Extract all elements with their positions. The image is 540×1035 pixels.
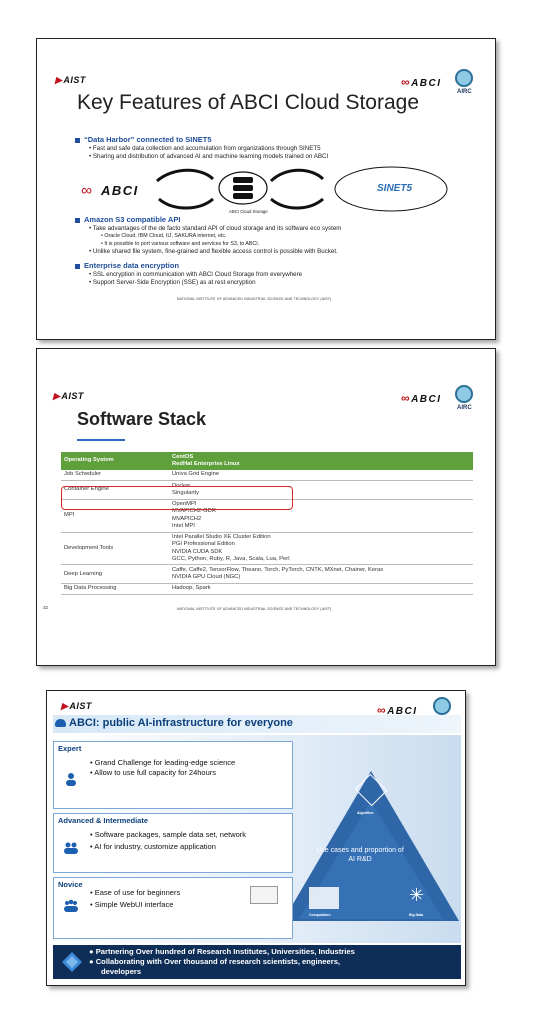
table-header-row: Operating System CentOS RedHat Enterprise…	[61, 452, 473, 470]
table-cell: Univa Grid Engine	[169, 469, 473, 482]
band-expert: Expert • Grand Challenge for leading-edg…	[53, 741, 293, 809]
bullet-text: • Unlike shared file system, fine-graine…	[89, 248, 338, 255]
server-icon	[233, 177, 253, 183]
band-item: • AI for industry, customize application	[90, 842, 216, 851]
airc-logo-text: AIRC	[457, 405, 472, 411]
bullet-text: • Fast and safe data collection and accu…	[89, 145, 321, 152]
cloud-icon	[55, 719, 66, 727]
title-underline	[77, 439, 125, 441]
table-cell: Big Data Processing	[61, 583, 169, 596]
sync-arrow-icon	[269, 168, 325, 183]
slide-public-ai-infrastructure: ▶AIST ∞ABCI ABCI: public AI-infrastructu…	[46, 690, 466, 986]
band-item: • Ease of use for beginners	[90, 888, 181, 897]
band-item: • Grand Challenge for leading-edge scien…	[90, 758, 236, 767]
bottom-bullet-continued: developers	[101, 967, 142, 976]
sync-arrow-icon	[158, 197, 214, 210]
abci-diagram-logo: ∞	[81, 182, 92, 199]
sub-bullet-text: • It is possible to port various softwar…	[101, 241, 260, 247]
bottom-bullet: ● Partnering Over hundred of Research In…	[89, 947, 355, 956]
table-cell: Caffe, Caffe2, TensorFlow, Theano, Torch…	[169, 564, 473, 584]
section-heading: “Data Harbor” connected to SINET5	[75, 135, 212, 144]
page-number: 32	[43, 605, 49, 610]
pyramid-text: Use cases and proportion of AI R&D	[316, 847, 404, 863]
table-row: Big Data Processing Hadoop, Spark	[61, 583, 473, 596]
pyramid-left-label: Computation	[309, 913, 331, 917]
group-icon	[64, 899, 78, 912]
diagram-storage-label: ABCI Cloud Storage	[229, 209, 268, 214]
bullet-square-icon	[75, 217, 80, 223]
slide-footer: NATIONAL INSTITUTE OF ADVANCED INDUSTRIA…	[177, 607, 332, 611]
group-icon	[64, 842, 78, 854]
band-advanced: Advanced & Intermediate • Software packa…	[53, 813, 293, 873]
page-title: Key Features of ABCI Cloud Storage	[77, 91, 420, 114]
table-cell: Job Scheduler	[61, 469, 169, 482]
page-title: Software Stack	[77, 409, 207, 429]
airc-logo-icon	[455, 385, 473, 403]
table-row: Job Scheduler Univa Grid Engine	[61, 469, 473, 482]
band-label: Novice	[58, 880, 83, 889]
table-cell: Deep Learning	[61, 564, 169, 584]
abci-logo: ∞ABCI	[401, 75, 442, 89]
airc-logo-text: AIRC	[457, 89, 472, 95]
table-header-cell: Operating System	[61, 452, 169, 470]
band-novice: Novice • Ease of use for beginners • Sim…	[53, 877, 293, 939]
server-rack-icon	[309, 887, 339, 909]
slide-cloud-storage: ▶AIST ∞ABCI AIRC Key Features of ABCI Cl…	[36, 38, 496, 340]
table-cell: Intel Parallel Studio XE Cluster Edition…	[169, 532, 473, 566]
pyramid-right-label: Big Data	[409, 913, 424, 917]
bottom-bullet: ● Collaborating with Over thousand of re…	[89, 957, 341, 966]
bullet-square-icon	[75, 263, 80, 269]
band-item: • Simple WebUI interface	[90, 900, 174, 909]
sub-bullet-text: • Oracle Cloud, IBM Cloud, IIJ, SAKURA i…	[101, 233, 227, 239]
table-cell: Hadoop, Spark	[169, 583, 473, 596]
airc-logo-icon	[433, 697, 451, 715]
diagram-abci-label: ABCI	[101, 183, 139, 198]
web-ui-screenshot-icon	[250, 886, 278, 904]
network-diamond-icon	[62, 952, 82, 972]
band-item: • Software packages, sample data set, ne…	[90, 830, 247, 839]
slide-footer: NATIONAL INSTITUTE OF ADVANCED INDUSTRIA…	[177, 297, 332, 301]
bullet-text: • SSL encryption in communication with A…	[89, 271, 303, 278]
bullet-text: • Support Server-Side Encryption (SSE) a…	[89, 279, 256, 286]
big-data-icon: ✳	[409, 885, 425, 905]
pyramid-top-label: Algorithm	[357, 811, 374, 815]
bullet-text: • Take advantages of the de facto standa…	[89, 225, 342, 232]
section-heading: Amazon S3 compatible API	[75, 215, 180, 224]
bullet-text: • Sharing and distribution of advanced A…	[89, 153, 329, 160]
svg-text:∞: ∞	[81, 182, 92, 199]
sync-arrow-icon	[156, 168, 215, 183]
aist-logo: ▶AIST	[61, 701, 92, 711]
band-label: Expert	[58, 744, 82, 753]
aist-logo: ▶AIST	[53, 391, 84, 401]
sinet5-logo: SINET5	[377, 183, 413, 194]
container-engine-highlight	[61, 486, 293, 510]
table-row: Deep Learning Caffe, Caffe2, TensorFlow,…	[61, 564, 473, 584]
band-item: • Allow to use full capacity for 24hours	[90, 768, 217, 777]
abci-logo: ∞ABCI	[401, 391, 442, 405]
software-stack-table: Operating System CentOS RedHat Enterprise…	[61, 452, 473, 596]
airc-logo-icon	[455, 69, 473, 87]
table-cell: Development Tools	[61, 532, 169, 566]
table-row: Development Tools Intel Parallel Studio …	[61, 532, 473, 566]
person-icon	[66, 773, 76, 786]
aist-logo: ▶AIST	[55, 75, 86, 85]
table-header-cell: CentOS RedHat Enterprise Linux	[169, 452, 473, 470]
section-heading: Enterprise data encryption	[75, 261, 179, 270]
sync-arrow-icon	[270, 197, 324, 210]
bullet-square-icon	[75, 137, 80, 143]
page-title: ABCI: public AI-infrastructure for every…	[69, 717, 293, 729]
slide-software-stack: ▶AIST ∞ABCI AIRC Software Stack Operatin…	[36, 348, 496, 666]
band-label: Advanced & Intermediate	[58, 816, 149, 825]
